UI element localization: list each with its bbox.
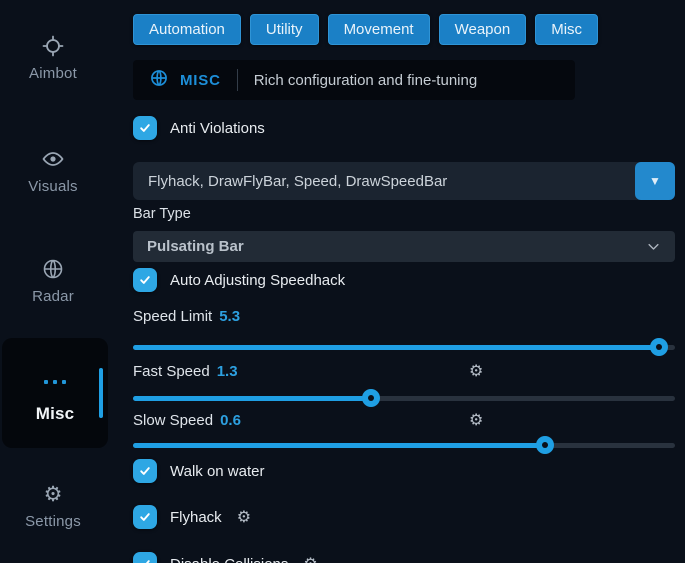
speed-limit-row: Speed Limit 5.3: [133, 308, 675, 325]
slow-speed-slider[interactable]: [133, 436, 675, 454]
category-tabs: Automation Utility Movement Weapon Misc: [133, 14, 675, 45]
slow-speed-row: Slow Speed 0.6 ⚙: [133, 412, 675, 429]
section-header: MISC Rich configuration and fine-tuning: [133, 60, 575, 100]
checkbox-label: Disable Collisions: [170, 556, 288, 563]
gear-icon[interactable]: ⚙: [237, 509, 251, 525]
checkbox-label: Auto Adjusting Speedhack: [170, 272, 345, 289]
flyhack-toggle[interactable]: Flyhack ⚙: [133, 505, 675, 529]
check-icon: [138, 557, 152, 563]
selected-indicator: [99, 368, 103, 418]
sidebar: Aimbot Visuals Radar Misc ⚙ Settings: [0, 0, 130, 563]
sidebar-item-label: Visuals: [28, 178, 77, 195]
gear-icon[interactable]: ⚙: [469, 363, 483, 379]
slider-fill: [133, 345, 659, 350]
main-panel: Automation Utility Movement Weapon Misc …: [133, 0, 675, 563]
slider-value: 1.3: [217, 363, 238, 380]
slider-handle[interactable]: [650, 338, 668, 356]
speed-limit-slider[interactable]: [133, 338, 675, 356]
fast-speed-row: Fast Speed 1.3 ⚙: [133, 363, 675, 380]
slider-label: Fast Speed: [133, 363, 210, 380]
slider-handle[interactable]: [536, 436, 554, 454]
section-subtitle: Rich configuration and fine-tuning: [254, 72, 477, 89]
gear-icon[interactable]: ⚙: [469, 412, 483, 428]
checkbox-checked[interactable]: [133, 116, 157, 140]
slider-fill: [133, 443, 545, 448]
checkbox-checked[interactable]: [133, 268, 157, 292]
slider-value: 0.6: [220, 412, 241, 429]
slider-label: Slow Speed: [133, 412, 213, 429]
tab-utility[interactable]: Utility: [250, 14, 319, 45]
dropdown-button[interactable]: ▼: [635, 162, 675, 200]
sidebar-item-settings[interactable]: ⚙ Settings: [0, 482, 106, 530]
globe-icon: [41, 257, 65, 281]
gear-icon[interactable]: ⚙: [303, 556, 317, 563]
auto-adjusting-speedhack-toggle[interactable]: Auto Adjusting Speedhack: [133, 268, 675, 292]
gear-icon: ⚙: [41, 482, 65, 506]
sidebar-item-radar[interactable]: Radar: [0, 257, 106, 305]
tab-misc[interactable]: Misc: [535, 14, 598, 45]
check-icon: [138, 510, 152, 524]
sidebar-item-label: Settings: [25, 513, 81, 530]
checkbox-label: Walk on water: [170, 463, 264, 480]
sidebar-item-label: Misc: [36, 404, 75, 424]
eye-icon: [41, 147, 65, 171]
walk-on-water-toggle[interactable]: Walk on water: [133, 459, 675, 483]
disable-collisions-toggle[interactable]: Disable Collisions ⚙: [133, 552, 675, 563]
slider-fill: [133, 396, 371, 401]
sidebar-item-label: Aimbot: [29, 65, 77, 82]
globe-icon: [149, 68, 169, 93]
sidebar-item-label: Radar: [32, 288, 74, 305]
triangle-down-icon: ▼: [649, 174, 661, 188]
slider-value: 5.3: [219, 308, 240, 325]
sidebar-item-aimbot[interactable]: Aimbot: [0, 34, 106, 82]
sidebar-item-visuals[interactable]: Visuals: [0, 147, 106, 195]
chevron-down-icon: [646, 239, 661, 254]
slider-label: Speed Limit: [133, 308, 212, 325]
slider-handle[interactable]: [362, 389, 380, 407]
tab-weapon[interactable]: Weapon: [439, 14, 527, 45]
tab-movement[interactable]: Movement: [328, 14, 430, 45]
crosshair-icon: [41, 34, 65, 58]
anti-violations-toggle[interactable]: Anti Violations: [133, 116, 675, 140]
ellipsis-icon: [43, 370, 67, 394]
sidebar-item-misc[interactable]: Misc: [2, 338, 108, 448]
checkbox-checked[interactable]: [133, 552, 157, 563]
checkbox-checked[interactable]: [133, 459, 157, 483]
check-icon: [138, 121, 152, 135]
check-icon: [138, 273, 152, 287]
fast-speed-slider[interactable]: [133, 389, 675, 407]
checkbox-label: Flyhack: [170, 509, 222, 526]
checkbox-label: Anti Violations: [170, 120, 265, 137]
check-icon: [138, 464, 152, 478]
divider: [237, 69, 238, 91]
bar-type-select[interactable]: Pulsating Bar: [133, 231, 675, 262]
bar-flags-value: Flyhack, DrawFlyBar, Speed, DrawSpeedBar: [133, 173, 447, 190]
section-title: MISC: [180, 72, 221, 89]
checkbox-checked[interactable]: [133, 505, 157, 529]
bar-type-value: Pulsating Bar: [147, 238, 244, 255]
bar-type-label: Bar Type: [133, 206, 675, 223]
tab-automation[interactable]: Automation: [133, 14, 241, 45]
bar-flags-select[interactable]: Flyhack, DrawFlyBar, Speed, DrawSpeedBar…: [133, 162, 675, 200]
